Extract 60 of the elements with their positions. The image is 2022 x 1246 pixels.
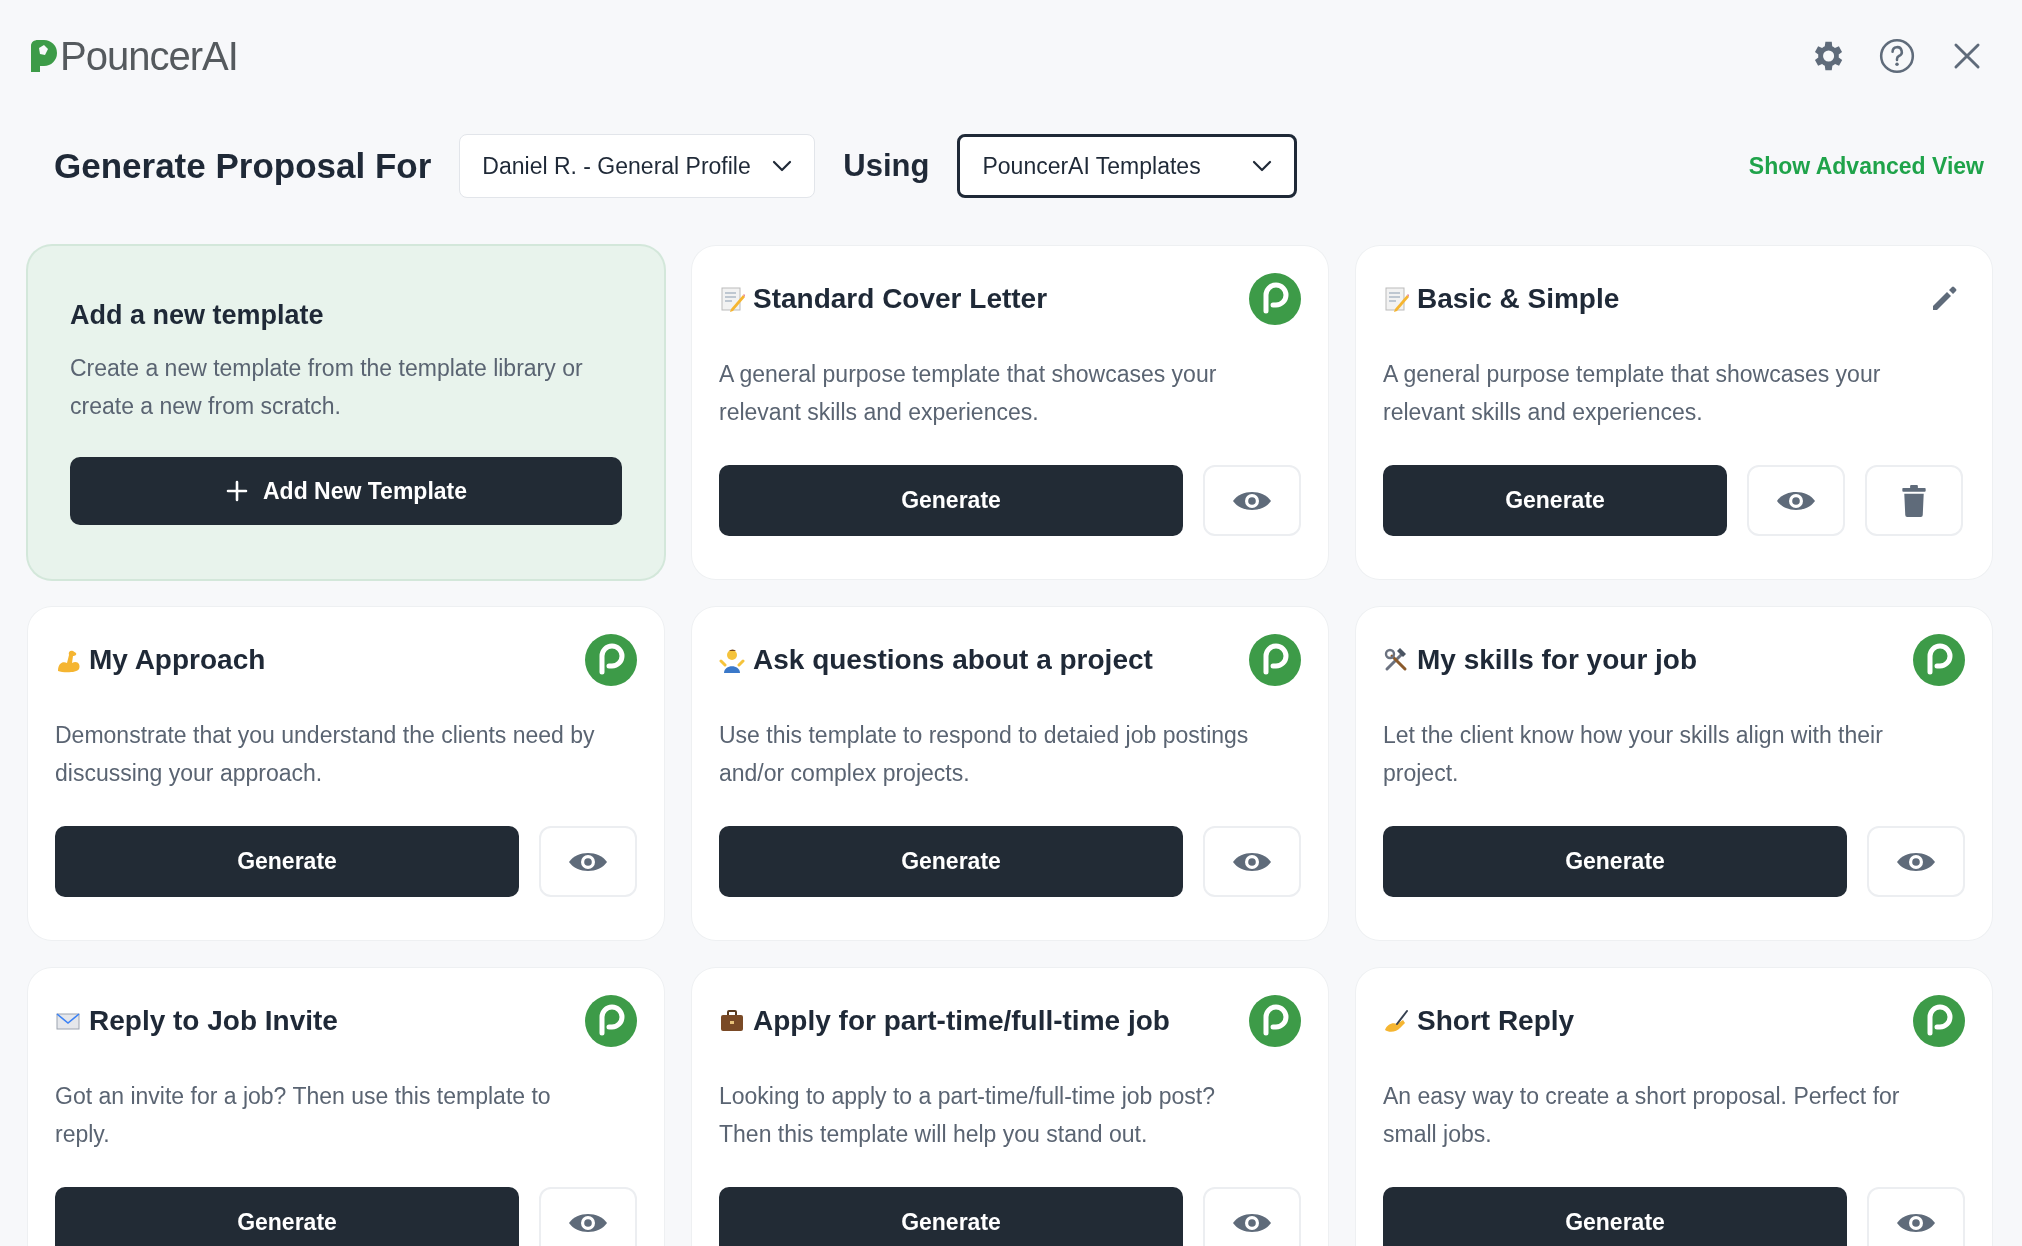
logo-badge-icon bbox=[1249, 273, 1301, 325]
plus-icon bbox=[224, 479, 249, 503]
logo-badge-icon bbox=[1913, 634, 1965, 686]
card-title: My skills for your job bbox=[1417, 644, 1698, 676]
card-title: Add a new template bbox=[70, 300, 325, 331]
writing-hand-icon bbox=[1383, 1008, 1409, 1034]
add-template-button[interactable]: Add New Template bbox=[70, 457, 622, 525]
card-description: An easy way to create a short proposal. Perfect for small jobs. bbox=[1383, 1082, 1901, 1149]
generate-button[interactable]: Generate bbox=[719, 465, 1183, 536]
generate-button[interactable]: Generate bbox=[1383, 465, 1727, 536]
generate-button[interactable]: Generate bbox=[1383, 1187, 1847, 1246]
person-shrugging-icon bbox=[719, 647, 745, 673]
generate-button[interactable]: Generate bbox=[55, 826, 519, 897]
template-dropdown[interactable]: PouncerAI Templates bbox=[957, 134, 1298, 198]
generate-button[interactable]: Generate bbox=[719, 826, 1183, 897]
preview-button[interactable] bbox=[1203, 465, 1301, 536]
card-title: Apply for part-time/full-time job bbox=[753, 1005, 1170, 1037]
profile-dropdown[interactable]: Daniel R. - General Profile bbox=[459, 134, 816, 198]
delete-button[interactable] bbox=[1865, 465, 1963, 536]
card-description: Use this template to respond to detaied job postings and/or complex projects. bbox=[719, 721, 1250, 788]
preview-button[interactable] bbox=[1867, 826, 1965, 897]
card-title: Ask questions about a project bbox=[753, 644, 1153, 676]
card-description: Demonstrate that you understand the clients need by discussing your approach. bbox=[55, 721, 596, 788]
card-description: A general purpose template that showcases your relevant skills and experiences. bbox=[719, 360, 1218, 427]
memo-icon bbox=[1383, 286, 1409, 312]
card-title: Reply to Job Invite bbox=[89, 1005, 338, 1037]
logo-icon bbox=[28, 38, 58, 74]
logo-badge-icon bbox=[1913, 995, 1965, 1047]
logo-badge-icon bbox=[1249, 995, 1301, 1047]
trash-icon bbox=[1901, 483, 1927, 518]
preview-button[interactable] bbox=[1747, 465, 1845, 536]
preview-button[interactable] bbox=[539, 1187, 637, 1246]
card-title: Basic & Simple bbox=[1417, 283, 1620, 315]
memo-icon bbox=[719, 286, 745, 312]
chevron-down-icon bbox=[772, 160, 793, 172]
card-description: A general purpose template that showcases your relevant skills and experiences. bbox=[1383, 360, 1882, 427]
logo-badge-icon bbox=[585, 995, 637, 1047]
generate-button[interactable]: Generate bbox=[1383, 826, 1847, 897]
card-description: Got an invite for a job? Then use this template to reply. bbox=[55, 1082, 552, 1149]
logo-badge-icon bbox=[585, 634, 637, 686]
logo-text: PouncerAI bbox=[60, 36, 238, 76]
preview-button[interactable] bbox=[539, 826, 637, 897]
generate-button[interactable]: Generate bbox=[719, 1187, 1183, 1246]
card-description: Create a new template from the template library or create a new from scratch. bbox=[70, 354, 584, 421]
card-description: Let the client know how your skills align with their project. bbox=[1383, 721, 1884, 788]
preview-button[interactable] bbox=[1203, 1187, 1301, 1246]
chevron-down-icon bbox=[1252, 160, 1273, 172]
page-heading: Generate Proposal For bbox=[54, 146, 432, 186]
card-title: My Approach bbox=[89, 644, 266, 676]
help-button[interactable] bbox=[1878, 37, 1916, 75]
tools-icon bbox=[1383, 647, 1409, 673]
card-title: Short Reply bbox=[1417, 1005, 1575, 1037]
generate-button[interactable]: Generate bbox=[55, 1187, 519, 1246]
preview-button[interactable] bbox=[1867, 1187, 1965, 1246]
card-description: Looking to apply to a part-time/full-time job post? Then this template will help you stand out. bbox=[719, 1082, 1217, 1149]
briefcase-icon bbox=[719, 1008, 745, 1034]
logo-badge-icon bbox=[1249, 634, 1301, 686]
using-label: Using bbox=[843, 148, 930, 184]
preview-button[interactable] bbox=[1203, 826, 1301, 897]
card-title: Standard Cover Letter bbox=[753, 283, 1048, 315]
